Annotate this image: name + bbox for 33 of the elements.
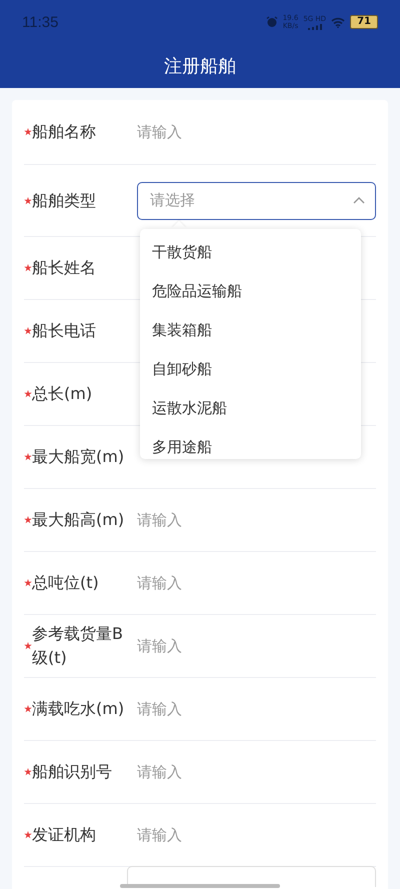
battery-icon: 71 (350, 15, 378, 29)
input-field[interactable]: 请输入 (137, 574, 182, 592)
wifi-icon (331, 16, 346, 28)
field-label: 船长姓名 (32, 257, 97, 279)
chevron-up-icon (353, 197, 365, 204)
input-field[interactable]: 请输入 (137, 762, 182, 782)
input-field[interactable]: 请输入 (137, 636, 182, 656)
dropdown-option[interactable]: 多用途船 (140, 428, 361, 459)
field-label: 总长(m) (32, 383, 94, 405)
dropdown-option[interactable]: 干散货船 (140, 233, 361, 272)
signal-icon (308, 24, 322, 30)
page-title: 注册船舶 (164, 55, 236, 78)
field-label: 总吨位(t) (32, 572, 100, 594)
select-field[interactable]: 请选择 (137, 182, 376, 220)
field-label: 船舶类型 (32, 190, 97, 212)
field-label: 满载吃水(m) (32, 698, 126, 720)
dropdown-option[interactable]: 自卸砂船 (140, 350, 361, 389)
status-time: 11:35 (22, 14, 60, 30)
input-field[interactable]: 请输入 (137, 122, 182, 142)
field-label: 船舶识别号 (32, 761, 113, 783)
field-label: 参考载货量B级(t) (32, 623, 124, 669)
field-label: 船舶名称 (32, 121, 97, 143)
dropdown-option[interactable]: 集装箱船 (140, 311, 361, 350)
field-label: 发证机构 (32, 824, 97, 846)
field-label: 船长电话 (32, 320, 97, 342)
field-label: 最大船高(m) (32, 509, 126, 531)
dropdown-option[interactable]: 运散水泥船 (140, 389, 361, 428)
dropdown-option[interactable]: 危险品运输船 (140, 272, 361, 311)
input-field[interactable]: 请输入 (137, 826, 182, 844)
alarm-icon (266, 16, 278, 28)
input-field[interactable]: 请输入 (137, 510, 182, 530)
input-field[interactable]: 请输入 (137, 700, 182, 718)
field-label: 最大船宽(m) (32, 446, 126, 468)
